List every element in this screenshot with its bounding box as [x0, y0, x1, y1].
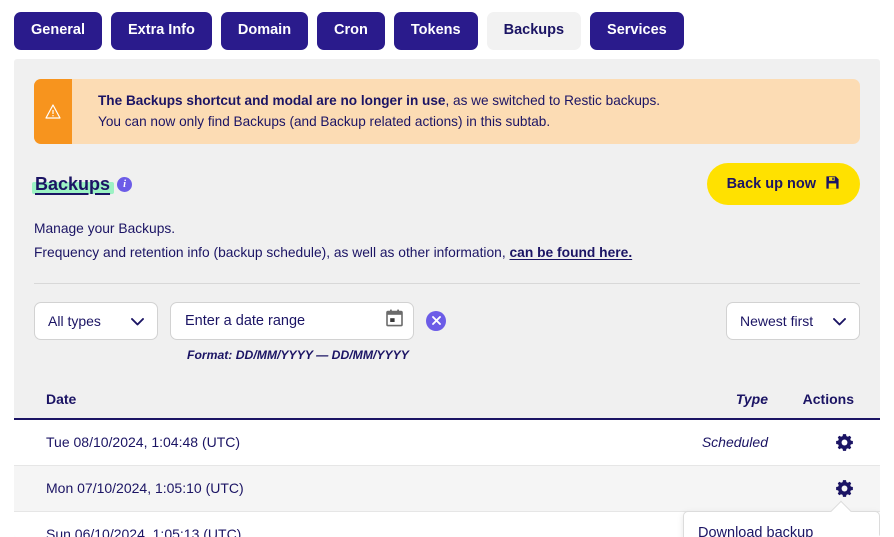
- calendar-icon[interactable]: [386, 309, 403, 332]
- column-header-actions: Actions: [802, 390, 854, 407]
- back-up-now-label: Back up now: [726, 175, 816, 192]
- row-date: Sun 06/10/2024, 1:05:13 (UTC): [46, 526, 242, 537]
- section-description: Manage your Backups. Frequency and reten…: [34, 217, 860, 264]
- date-range-placeholder: Enter a date range: [185, 312, 306, 329]
- page-title: Backups: [35, 173, 111, 194]
- save-disk-icon: [825, 175, 840, 194]
- backup-docs-link[interactable]: can be found here.: [510, 245, 633, 260]
- info-icon[interactable]: i: [117, 176, 133, 192]
- column-header-date: Date: [46, 390, 77, 407]
- row-type: Scheduled: [701, 434, 768, 451]
- backups-panel: The Backups shortcut and modal are no lo…: [14, 59, 880, 537]
- type-filter-value: All types: [48, 312, 101, 329]
- description-line-2-text: Frequency and retention info (backup sch…: [34, 244, 510, 260]
- tab-cron[interactable]: Cron: [317, 12, 385, 50]
- alert-line-1: The Backups shortcut and modal are no lo…: [98, 90, 660, 111]
- alert-strong-text: The Backups shortcut and modal are no lo…: [98, 93, 446, 108]
- section-divider: [34, 282, 860, 284]
- back-up-now-button[interactable]: Back up now: [706, 162, 860, 206]
- filter-group-left: All types Enter a date range Format: DD/…: [34, 301, 446, 362]
- tab-backups[interactable]: Backups: [486, 12, 582, 50]
- row-actions: [768, 433, 860, 452]
- alert-line-2: You can now only find Backups (and Backu…: [98, 114, 551, 130]
- row-date: Mon 07/10/2024, 1:05:10 (UTC): [46, 480, 244, 497]
- alert-text: The Backups shortcut and modal are no lo…: [72, 79, 676, 144]
- tab-services[interactable]: Services: [590, 12, 684, 50]
- tab-tokens[interactable]: Tokens: [393, 12, 478, 50]
- backup-actions-menu: Download backup Restore from backup: [683, 511, 880, 537]
- menu-item-download-backup[interactable]: Download backup: [684, 512, 879, 537]
- tab-domain[interactable]: Domain: [220, 12, 309, 50]
- gear-icon[interactable]: [835, 479, 854, 498]
- section-heading-row: Backups i Back up now: [32, 162, 860, 206]
- date-format-hint: Format: DD/MM/YYYY — DD/MM/YYYY: [187, 347, 409, 362]
- type-filter-select[interactable]: All types: [34, 301, 158, 340]
- row-actions: [768, 479, 860, 498]
- date-range-input[interactable]: Enter a date range: [170, 301, 414, 340]
- tab-bar: General Extra Info Domain Cron Tokens Ba…: [0, 0, 894, 59]
- sort-order-select[interactable]: Newest first: [726, 301, 860, 340]
- alert-rest-text: , as we switched to Restic backups.: [445, 93, 661, 108]
- warning-triangle-icon: [34, 79, 72, 145]
- table-row[interactable]: Tue 08/10/2024, 1:04:48 (UTC) Scheduled: [14, 419, 880, 466]
- date-range-group: Enter a date range Format: DD/MM/YYYY — …: [170, 301, 414, 362]
- tab-general[interactable]: General: [14, 12, 102, 50]
- table-row[interactable]: Mon 07/10/2024, 1:05:10 (UTC): [14, 465, 880, 512]
- table-header-row: Date Type Actions: [14, 379, 880, 420]
- sort-order-value: Newest first: [740, 312, 814, 329]
- chevron-down-icon: [833, 313, 846, 329]
- clear-filters-button[interactable]: [426, 310, 446, 331]
- column-header-type: Type: [735, 390, 768, 407]
- chevron-down-icon: [131, 313, 144, 329]
- row-date: Tue 08/10/2024, 1:04:48 (UTC): [46, 434, 241, 451]
- heading-group: Backups i: [32, 173, 133, 195]
- gear-icon[interactable]: [835, 433, 854, 452]
- tab-extra-info[interactable]: Extra Info: [111, 12, 212, 50]
- description-line-2: Frequency and retention info (backup sch…: [34, 241, 860, 265]
- deprecation-alert: The Backups shortcut and modal are no lo…: [34, 79, 860, 145]
- description-line-1: Manage your Backups.: [34, 221, 176, 237]
- filter-bar: All types Enter a date range Format: DD/…: [34, 301, 860, 362]
